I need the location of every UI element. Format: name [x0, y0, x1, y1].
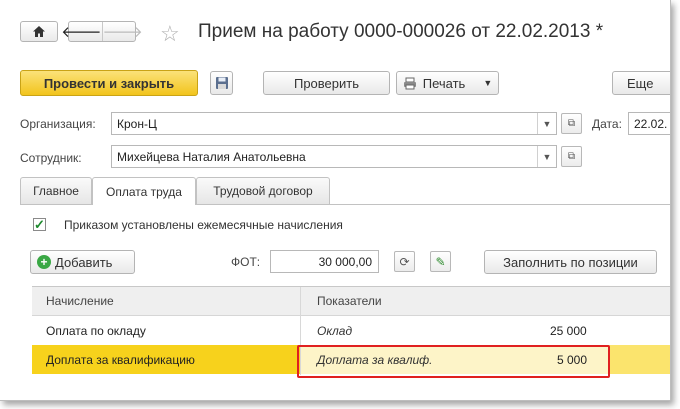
fill-by-position-button[interactable]: Заполнить по позиции — [484, 250, 657, 274]
organization-value: Крон-Ц — [117, 116, 157, 131]
tab-main[interactable]: Главное — [20, 177, 92, 204]
chevron-down-icon[interactable]: ▼ — [537, 146, 556, 167]
tab-payroll[interactable]: Оплата труда — [92, 177, 196, 205]
indicator-cell: Оклад — [317, 323, 353, 338]
home-button[interactable] — [20, 21, 58, 42]
plus-icon: + — [37, 255, 51, 269]
open-organization-button[interactable]: ⧉ — [561, 113, 582, 134]
employee-field[interactable]: Михейцева Наталия Анатольевна ▼ — [111, 145, 557, 168]
pencil-icon: ✎ — [435, 254, 446, 269]
back-button[interactable]: 🡐 — [61, 22, 101, 41]
fot-label: ФОТ: — [231, 255, 261, 269]
organization-field[interactable]: Крон-Ц ▼ — [111, 112, 557, 135]
date-value: 22.02. — [634, 116, 668, 131]
indicator-value-cell: 25 000 — [550, 323, 587, 338]
employee-label: Сотрудник: — [20, 151, 82, 165]
star-icon[interactable]: ☆ — [160, 21, 180, 47]
edit-button[interactable]: ✎ — [430, 251, 451, 272]
post-and-close-button[interactable]: Провести и закрыть — [20, 70, 198, 96]
column-header-accrual[interactable]: Начисление — [46, 287, 114, 315]
chevron-down-icon[interactable]: ▼ — [537, 113, 556, 134]
date-field[interactable]: 22.02. — [628, 112, 670, 135]
chevron-down-icon: ▼ — [483, 78, 493, 88]
table-header: Начисление Показатели — [32, 287, 670, 316]
fot-field[interactable]: 30 000,00 — [270, 250, 379, 273]
organization-label: Организация: — [20, 117, 96, 131]
document-window: 🡐 🡒 ☆ Прием на работу 0000-000026 от 22.… — [0, 0, 671, 401]
arrow-right-icon: 🡒 — [102, 24, 143, 41]
add-button[interactable]: + Добавить — [30, 250, 135, 274]
fot-value: 30 000,00 — [318, 254, 372, 269]
printer-icon — [403, 77, 416, 89]
refresh-icon: ⟳ — [399, 254, 410, 269]
table-row[interactable]: Оплата по окладу Оклад 25 000 — [32, 316, 670, 345]
home-icon — [33, 26, 45, 37]
accrual-cell: Доплата за квалификацию — [32, 345, 300, 374]
page-title: Прием на работу 0000-000026 от 22.02.201… — [198, 21, 604, 42]
open-icon: ⧉ — [567, 118, 576, 129]
save-button[interactable] — [210, 71, 233, 95]
check-button[interactable]: Проверить — [263, 71, 390, 95]
refresh-button[interactable]: ⟳ — [394, 251, 415, 272]
forward-button[interactable]: 🡒 — [103, 22, 143, 41]
monthly-accruals-label: Приказом установлены ежемесячные начисле… — [64, 218, 343, 232]
open-icon: ⧉ — [567, 151, 576, 162]
monthly-accruals-checkbox[interactable]: ✓ — [33, 218, 46, 231]
checkmark-icon: ✓ — [34, 217, 45, 232]
more-button[interactable]: Еще — [612, 71, 670, 95]
accrual-cell: Оплата по окладу — [46, 323, 146, 338]
date-label: Дата: — [592, 117, 622, 131]
highlight-box — [297, 345, 610, 378]
print-label: Печать — [422, 75, 466, 91]
column-header-indicators[interactable]: Показатели — [317, 287, 382, 315]
floppy-icon — [215, 77, 228, 89]
open-employee-button[interactable]: ⧉ — [561, 146, 582, 167]
print-button[interactable]: Печать ▼ — [396, 71, 499, 95]
history-nav: 🡐 🡒 — [61, 21, 143, 42]
arrow-left-icon: 🡐 — [61, 24, 102, 41]
tab-labor-contract[interactable]: Трудовой договор — [196, 177, 330, 204]
add-label: Добавить — [55, 254, 113, 270]
employee-value: Михейцева Наталия Анатольевна — [117, 149, 306, 164]
